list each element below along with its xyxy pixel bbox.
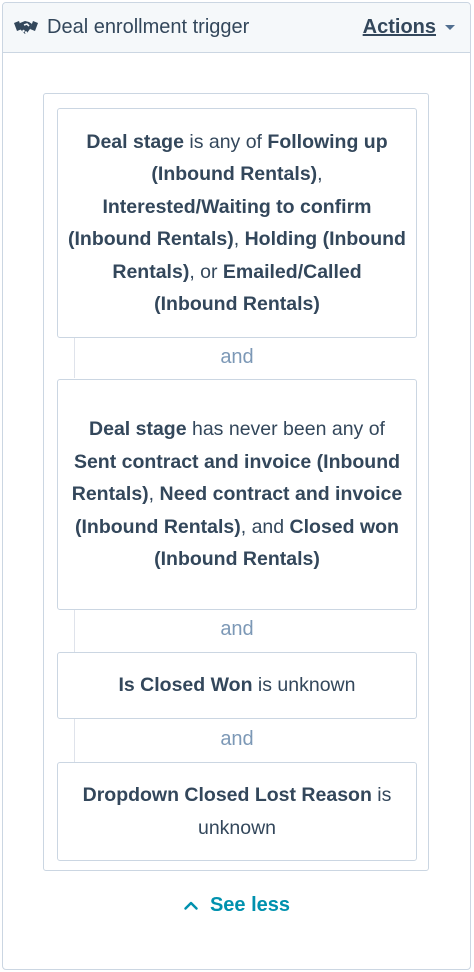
filter-group-2[interactable]: Deal stage has never been any of Sent co… [57, 379, 417, 610]
filter-text: Is Closed Won is unknown [119, 669, 356, 702]
card-title: Deal enrollment trigger [47, 16, 250, 38]
actions-dropdown[interactable]: Actions [363, 16, 456, 39]
actions-label[interactable]: Actions [363, 16, 436, 39]
card-header: Deal enrollment trigger Actions [3, 3, 470, 53]
filter-value: Is Closed Won [118, 674, 253, 697]
handshake-icon [13, 17, 39, 39]
chevron-up-icon[interactable] [184, 901, 198, 910]
and-separator: and [220, 728, 254, 750]
filter-operator: , [317, 163, 323, 185]
see-less-label[interactable]: See less [210, 894, 290, 917]
filter-operator: has never been any of [186, 418, 385, 441]
and-separator: and [220, 346, 254, 368]
filter-operator: , [148, 483, 160, 506]
filter-text: Deal stage is any of Following up (Inbou… [68, 126, 406, 321]
filter-operator: , and [240, 515, 290, 538]
filter-value: Dropdown Closed Lost Reason [82, 784, 372, 806]
filter-text: Deal stage has never been any of Sent co… [68, 413, 406, 576]
filter-value: Deal stage [89, 418, 187, 441]
filter-text: Dropdown Closed Lost Reason is unknown [68, 779, 406, 844]
filter-operator: , [233, 228, 245, 250]
see-less-link[interactable]: See less [0, 894, 474, 917]
filter-operator: is any of [183, 130, 268, 153]
filter-group-1[interactable]: Deal stage is any of Following up (Inbou… [57, 108, 417, 338]
filter-group-4[interactable]: Dropdown Closed Lost Reason is unknown [57, 762, 417, 861]
and-separator: and [220, 618, 254, 640]
card-title-group: Deal enrollment trigger [13, 16, 249, 39]
filter-operator: , or [189, 260, 223, 283]
filter-group-3[interactable]: Is Closed Won is unknown [57, 652, 417, 719]
caret-down-icon[interactable] [444, 24, 456, 32]
filter-operator: is unknown [252, 674, 356, 697]
filter-value: Deal stage [86, 130, 184, 153]
filter-panel: Deal stage is any of Following up (Inbou… [43, 93, 429, 871]
